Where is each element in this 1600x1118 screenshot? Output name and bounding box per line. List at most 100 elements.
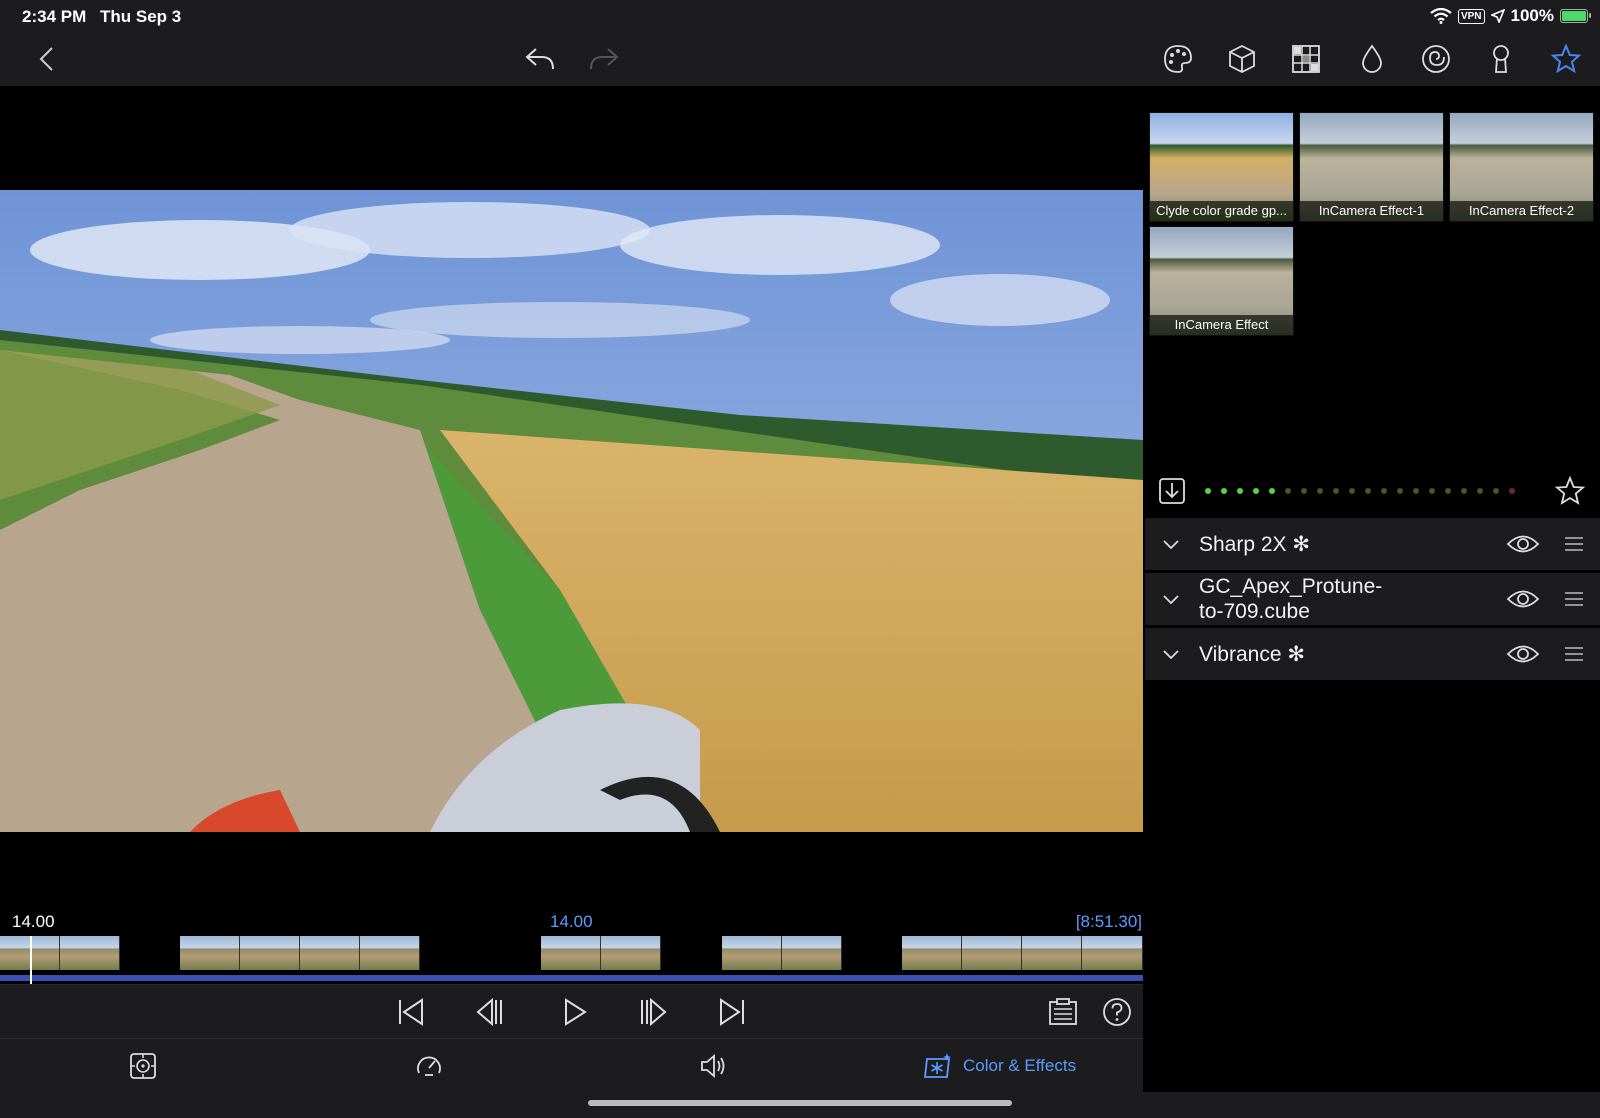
clip-thumbnail[interactable]: [601, 936, 661, 970]
drag-handle-icon[interactable]: [1562, 532, 1586, 556]
page-dot[interactable]: [1429, 488, 1435, 494]
page-dot[interactable]: [1397, 488, 1403, 494]
page-dot[interactable]: [1381, 488, 1387, 494]
skip-to-end-button[interactable]: [712, 994, 752, 1030]
step-forward-icon: [641, 997, 667, 1027]
clip-thumbnail[interactable]: [722, 936, 782, 970]
clipboard-icon: [1049, 998, 1077, 1025]
page-dot[interactable]: [1349, 488, 1355, 494]
page-dot[interactable]: [1477, 488, 1483, 494]
page-dot[interactable]: [1301, 488, 1307, 494]
clip-thumbnail[interactable]: [1082, 936, 1143, 970]
effect-layer-row[interactable]: Sharp 2X ✻: [1145, 518, 1600, 570]
preset-pager: [1143, 470, 1600, 514]
page-dot[interactable]: [1237, 488, 1243, 494]
clip-thumbnail[interactable]: [60, 936, 120, 970]
page-dot[interactable]: [1509, 488, 1515, 494]
grid-button[interactable]: [1286, 40, 1326, 78]
effect-layer-name: Sharp 2X ✻: [1199, 532, 1310, 556]
playhead[interactable]: [30, 936, 32, 984]
drag-handle-icon[interactable]: [1562, 587, 1586, 611]
palette-button[interactable]: [1158, 40, 1198, 78]
drag-handle-icon[interactable]: [1562, 642, 1586, 666]
preset-thumbnail[interactable]: Clyde color grade gp...: [1149, 112, 1294, 222]
home-indicator[interactable]: [588, 1100, 1012, 1106]
clip-thumbnail[interactable]: [962, 936, 1022, 970]
preset-thumbnail[interactable]: InCamera Effect: [1149, 226, 1294, 336]
cube-icon: [1229, 44, 1255, 74]
spiral-button[interactable]: [1416, 40, 1456, 78]
eye-icon[interactable]: [1506, 530, 1540, 558]
step-back-button[interactable]: [470, 994, 510, 1030]
star-outline-icon: [1555, 476, 1585, 505]
page-dot[interactable]: [1365, 488, 1371, 494]
page-dot[interactable]: [1461, 488, 1467, 494]
favorites-button[interactable]: [1546, 40, 1586, 78]
page-dot[interactable]: [1413, 488, 1419, 494]
page-dot[interactable]: [1317, 488, 1323, 494]
add-favorite-button[interactable]: [1553, 474, 1587, 508]
status-bar: 2:34 PM Thu Sep 3 VPN 100%: [0, 0, 1600, 32]
droplet-button[interactable]: [1352, 40, 1392, 78]
chevron-left-icon: [39, 47, 53, 71]
frame-target-icon: [130, 1053, 156, 1079]
speedometer-icon: [417, 1056, 441, 1076]
tab-speed[interactable]: [414, 1049, 444, 1083]
effect-layer-row[interactable]: GC_Apex_Protune- to-709.cube: [1145, 573, 1600, 625]
skip-to-start-button[interactable]: [391, 994, 431, 1030]
eye-icon[interactable]: [1506, 585, 1540, 613]
effect-layer-name: Vibrance ✻: [1199, 642, 1305, 666]
chevron-down-icon[interactable]: [1159, 642, 1183, 666]
status-right: VPN 100%: [1430, 6, 1591, 26]
play-button[interactable]: [554, 994, 594, 1030]
clip-thumbnail[interactable]: [180, 936, 240, 970]
back-button[interactable]: [28, 40, 68, 78]
page-dots[interactable]: [1205, 488, 1515, 494]
vpn-badge: VPN: [1457, 8, 1485, 24]
step-forward-button[interactable]: [633, 994, 673, 1030]
page-dot[interactable]: [1269, 488, 1275, 494]
clip-thumbnail[interactable]: [541, 936, 601, 970]
clip-thumbnail[interactable]: [782, 936, 842, 970]
undo-button[interactable]: [520, 40, 560, 78]
clip-thumbnail[interactable]: [902, 936, 962, 970]
clipboard-button[interactable]: [1043, 994, 1083, 1030]
play-icon: [565, 998, 587, 1026]
redo-button[interactable]: [584, 40, 624, 78]
chevron-down-icon[interactable]: [1159, 587, 1183, 611]
video-frame: [0, 190, 1143, 832]
clip-thumbnail[interactable]: [360, 936, 420, 970]
page-dot[interactable]: [1445, 488, 1451, 494]
page-dot[interactable]: [1221, 488, 1227, 494]
page-dot[interactable]: [1333, 488, 1339, 494]
cube-button[interactable]: [1222, 40, 1262, 78]
preset-thumbnail[interactable]: InCamera Effect-2: [1449, 112, 1594, 222]
import-icon: [1159, 478, 1185, 504]
eye-icon[interactable]: [1506, 640, 1540, 668]
timecode-playhead[interactable]: 14.00: [550, 912, 593, 932]
status-time: 2:34 PM: [22, 7, 87, 26]
clip-thumbnail[interactable]: [240, 936, 300, 970]
page-dot[interactable]: [1253, 488, 1259, 494]
chevron-down-icon[interactable]: [1159, 532, 1183, 556]
preset-label: InCamera Effect-1: [1300, 201, 1443, 221]
keyhole-button[interactable]: [1481, 40, 1521, 78]
tab-color-effects[interactable]: Color & Effects: [923, 1049, 1076, 1083]
video-preview[interactable]: [0, 190, 1143, 832]
page-dot[interactable]: [1493, 488, 1499, 494]
droplet-icon: [1362, 44, 1382, 73]
color-effects-icon: [923, 1053, 951, 1078]
page-dot[interactable]: [1285, 488, 1291, 494]
clip-thumbnail[interactable]: [300, 936, 360, 970]
effect-layer-row[interactable]: Vibrance ✻: [1145, 628, 1600, 680]
tab-audio[interactable]: [699, 1049, 729, 1083]
clip-thumbnail[interactable]: [1022, 936, 1082, 970]
import-button[interactable]: [1155, 474, 1189, 508]
palette-icon: [1164, 45, 1192, 73]
bottom-tab-bar: Color & Effects: [0, 1038, 1143, 1092]
tab-frame[interactable]: [128, 1049, 158, 1083]
preset-thumbnail[interactable]: InCamera Effect-1: [1299, 112, 1444, 222]
help-button[interactable]: [1097, 994, 1137, 1030]
page-dot[interactable]: [1205, 488, 1211, 494]
timeline-strip[interactable]: [0, 936, 1143, 984]
